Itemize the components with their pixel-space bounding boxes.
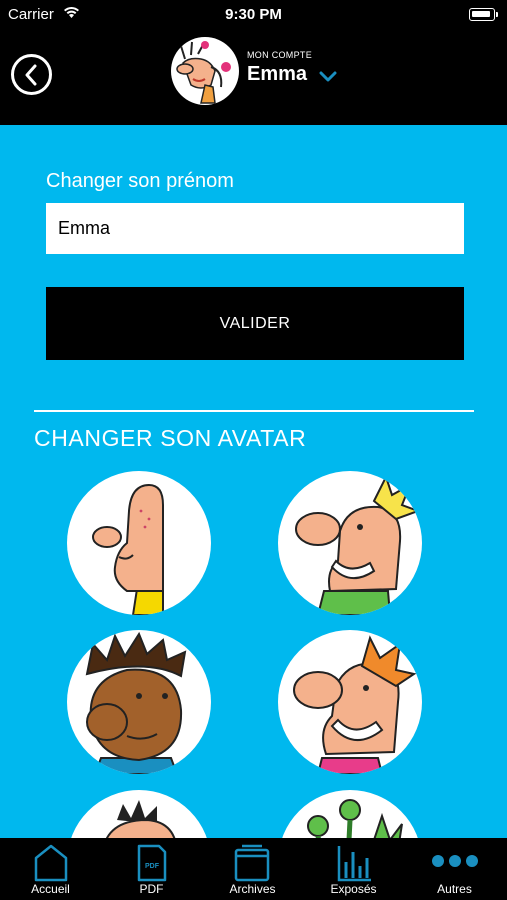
tab-label: PDF — [139, 882, 164, 896]
first-name-label: Changer son prénom — [46, 170, 234, 192]
first-name-input[interactable] — [46, 203, 464, 254]
clock: 9:30 PM — [225, 6, 282, 23]
avatar-option[interactable] — [278, 471, 422, 615]
tab-label: Archives — [229, 882, 276, 896]
account-name: Emma — [247, 63, 308, 85]
top-bar: Carrier 9:30 PM MON COMPTE Emma — [0, 0, 507, 125]
tab-exposes[interactable]: Exposés — [303, 838, 404, 900]
chevron-down-icon — [319, 71, 337, 82]
chevron-left-icon — [25, 64, 37, 86]
tab-label: Accueil — [31, 882, 70, 896]
tab-label: Autres — [437, 882, 472, 896]
tab-archives[interactable]: Archives — [202, 838, 303, 900]
tab-pdf[interactable]: PDF PDF — [101, 838, 202, 900]
tab-bar: Accueil PDF PDF Archives Exposés Autres — [0, 838, 507, 900]
pdf-badge: PDF — [145, 863, 160, 870]
avatar-option[interactable] — [67, 630, 211, 774]
avatar-section-title: CHANGER SON AVATAR — [34, 425, 307, 451]
tab-accueil[interactable]: Accueil — [0, 838, 101, 900]
tab-label: Exposés — [330, 882, 377, 896]
validate-button[interactable]: VALIDER — [46, 287, 464, 360]
account-switcher[interactable]: MON COMPTE Emma — [171, 37, 351, 107]
back-button[interactable] — [11, 54, 52, 95]
home-icon — [34, 844, 68, 882]
section-divider — [34, 410, 474, 412]
tab-autres[interactable]: Autres — [404, 838, 505, 900]
avatar-option[interactable] — [67, 471, 211, 615]
account-caption: MON COMPTE — [247, 50, 312, 60]
status-bar: Carrier 9:30 PM — [0, 0, 507, 30]
avatar-option[interactable] — [278, 630, 422, 774]
archives-icon — [234, 844, 270, 882]
chart-icon — [337, 846, 371, 882]
more-icon — [432, 855, 478, 867]
battery-icon — [469, 8, 498, 21]
pdf-icon: PDF — [137, 844, 167, 882]
user-avatar — [171, 37, 239, 105]
